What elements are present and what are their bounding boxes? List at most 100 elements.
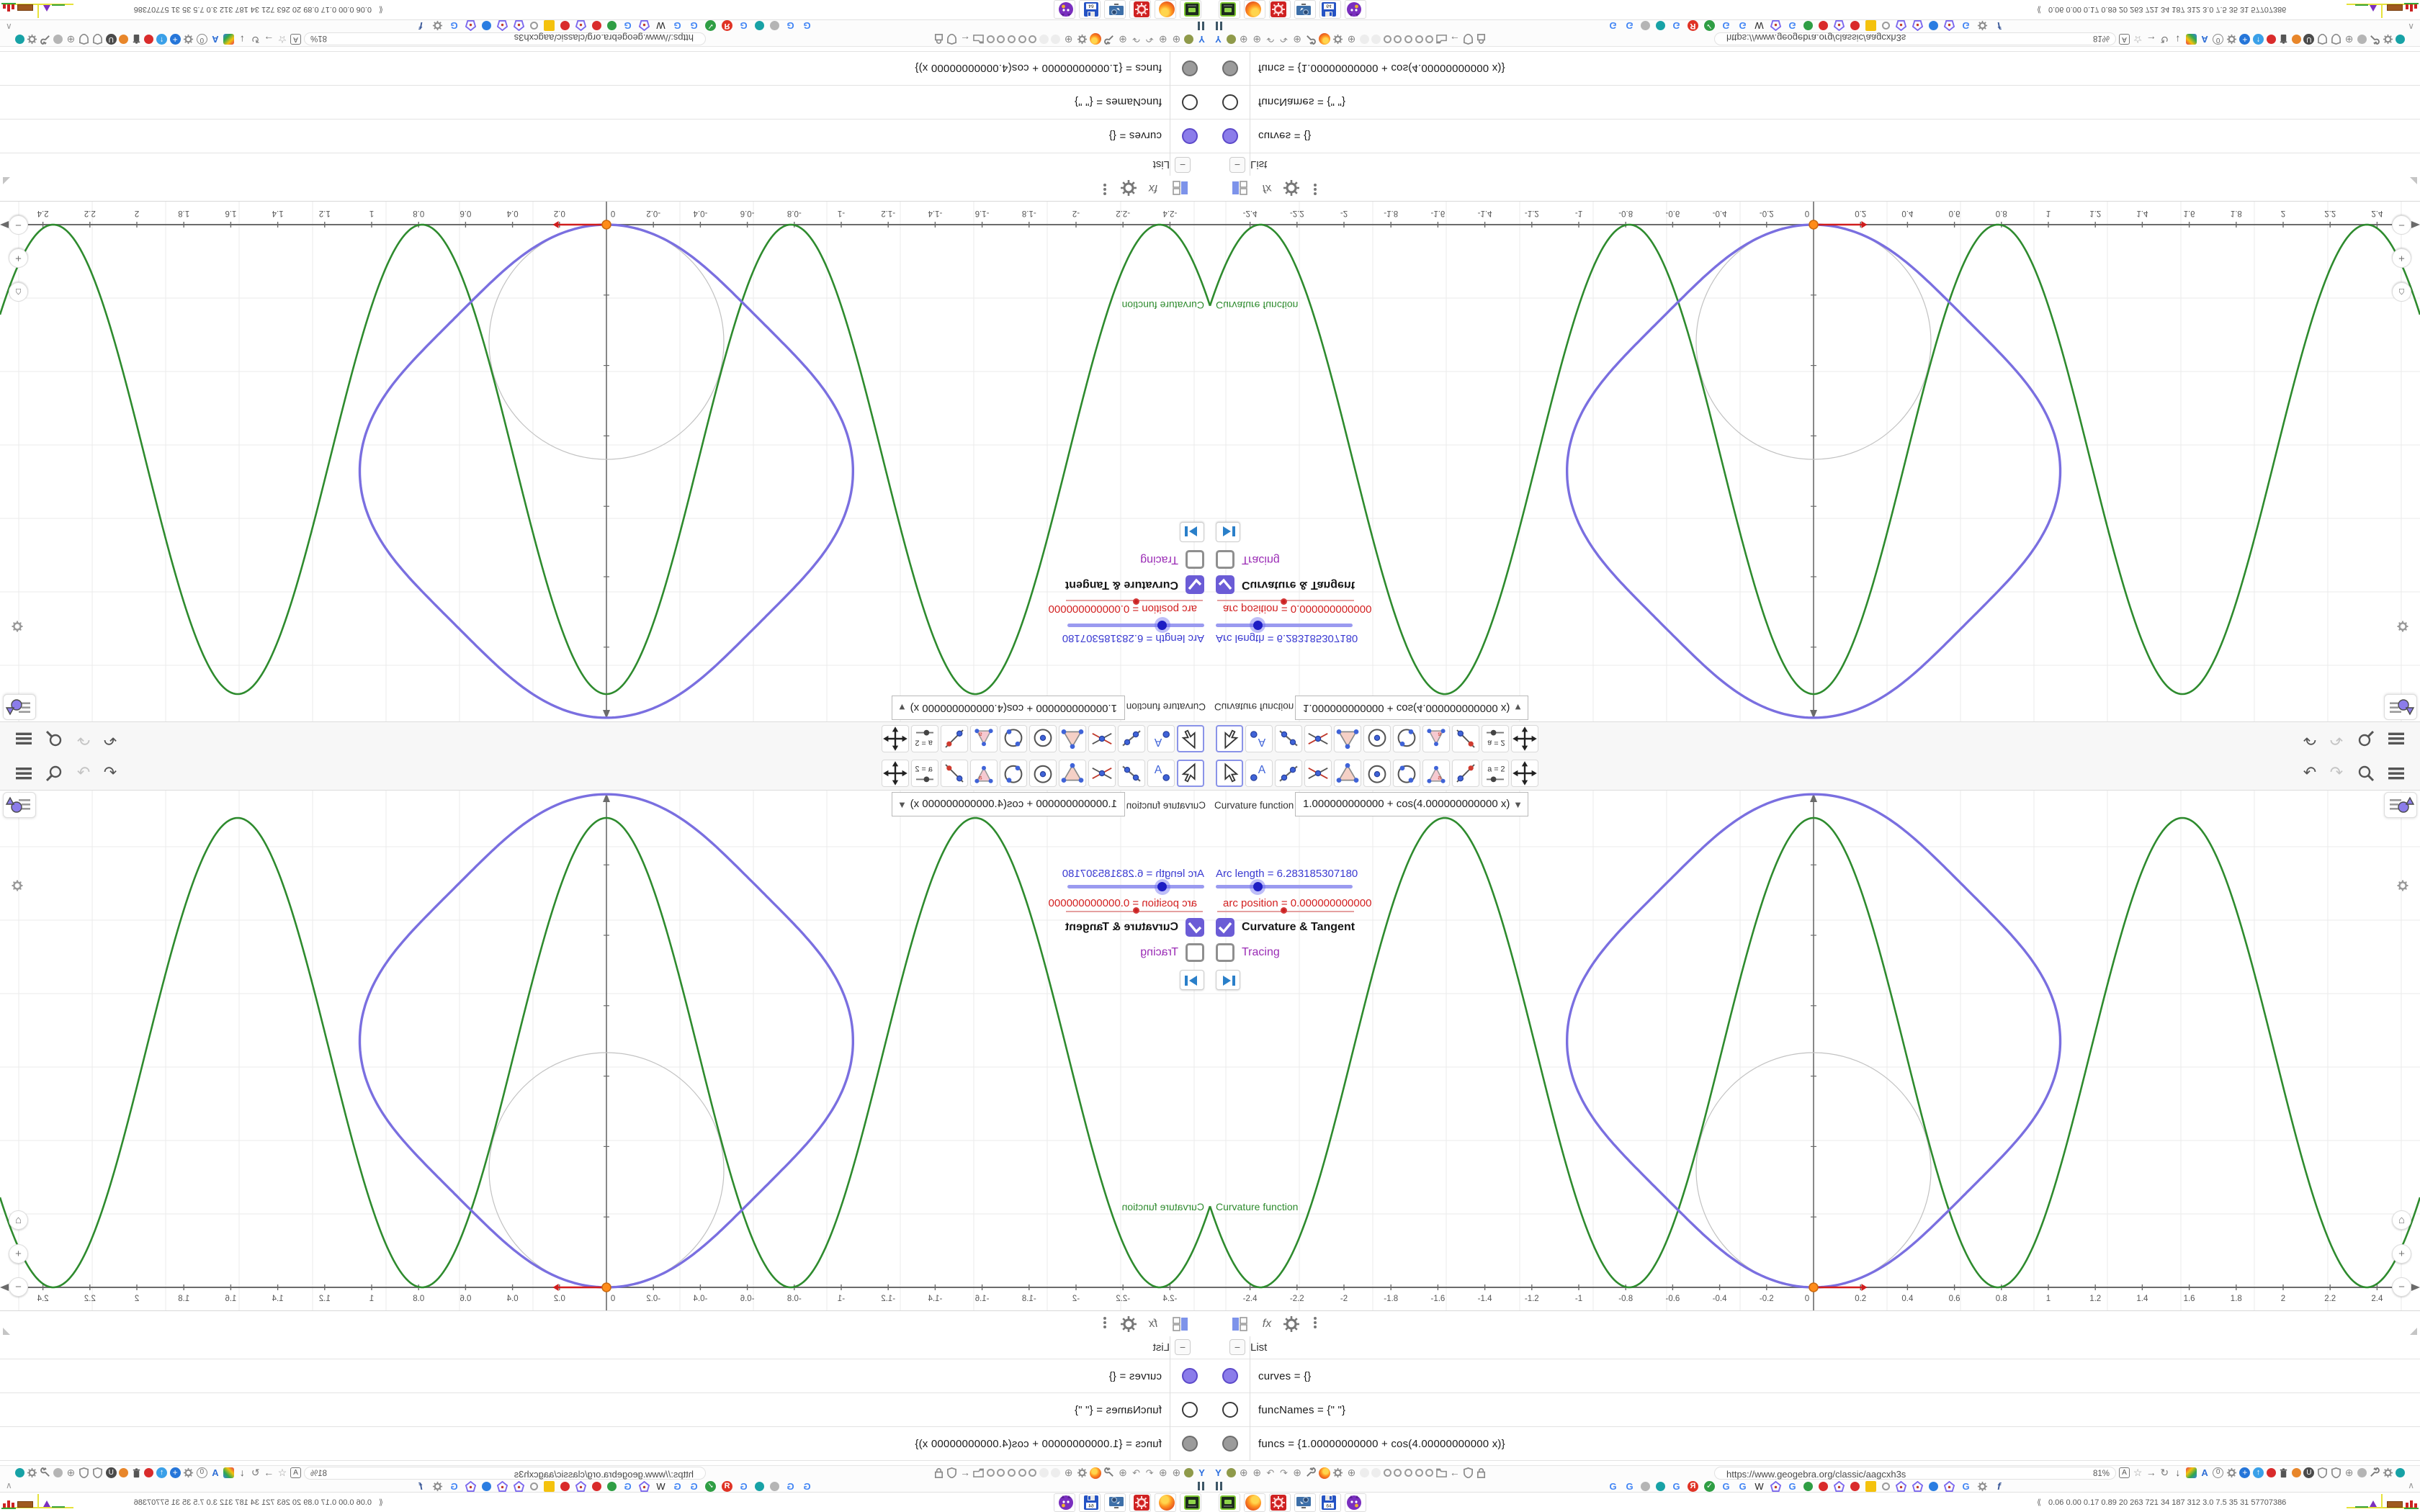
gear-icon[interactable]: [183, 34, 194, 45]
folder-icon[interactable]: [973, 34, 985, 45]
zero-badge-icon[interactable]: 0: [196, 1467, 207, 1479]
translate-icon[interactable]: A: [2119, 1467, 2130, 1479]
angle-tool-button[interactable]: a: [970, 725, 998, 752]
plus-circle-icon[interactable]: +: [169, 33, 181, 45]
ring-icon[interactable]: [1018, 35, 1026, 43]
redo-arc-icon[interactable]: ↷: [1278, 34, 1289, 45]
visibility-circle[interactable]: [1222, 94, 1238, 110]
u-badge-icon[interactable]: U: [105, 33, 117, 45]
taskbar-app-terminal[interactable]: [1180, 0, 1201, 19]
trash-icon[interactable]: [131, 34, 142, 45]
undo-arc-icon[interactable]: ↶: [1144, 1467, 1155, 1478]
globe-icon[interactable]: ⊕: [1171, 1467, 1182, 1478]
ghost-icon[interactable]: [1051, 34, 1061, 44]
globe-icon[interactable]: ⊕: [66, 1467, 76, 1478]
algebra-row-curves[interactable]: curves = {}: [1210, 1359, 2420, 1393]
undo-arc-icon[interactable]: ↶: [1144, 34, 1155, 45]
wrench-icon[interactable]: [2369, 1467, 2380, 1478]
arc-position-slider-knob[interactable]: [1281, 598, 1287, 605]
search-icon[interactable]: [43, 728, 65, 750]
intersect-tool-button[interactable]: [1304, 760, 1332, 787]
blue-dot-icon[interactable]: [482, 1482, 491, 1492]
a-letter-icon[interactable]: A: [210, 1467, 220, 1478]
trash-icon[interactable]: [2278, 34, 2289, 45]
globe-icon[interactable]: ⊕: [1292, 34, 1303, 45]
reflect-tool-button[interactable]: [941, 760, 968, 787]
hamburger-menu-icon[interactable]: [2385, 728, 2407, 750]
move-tool-button[interactable]: [1216, 725, 1243, 752]
visibility-circle[interactable]: [1182, 1368, 1198, 1384]
gear-icon[interactable]: [1977, 1481, 1988, 1492]
pentagon-icon[interactable]: [1912, 1481, 1924, 1493]
google-icon[interactable]: G: [1608, 1481, 1618, 1492]
graphics-view[interactable]: -2.4 -2.2 -2 -1.8 -1.6 -1.4 -1.2 -1 -0.8 -0.6 -0.4…: [0, 202, 1210, 721]
panel-layout-icon[interactable]: [1172, 179, 1189, 197]
gear-icon[interactable]: [1077, 1467, 1088, 1478]
zoom-in-button[interactable]: +: [2392, 248, 2411, 268]
a-letter-icon[interactable]: A: [210, 34, 220, 45]
a-letter-icon[interactable]: A: [2200, 1467, 2210, 1478]
folder-icon[interactable]: [1435, 1467, 1447, 1478]
fx-icon[interactable]: fx: [1144, 1315, 1162, 1333]
firefox-icon[interactable]: [1090, 1467, 1102, 1479]
pentagon-icon[interactable]: [1770, 19, 1782, 31]
teal-dot-icon[interactable]: [2396, 34, 2406, 44]
circle-center-tool-button[interactable]: [1363, 725, 1391, 752]
shield-icon[interactable]: [2331, 33, 2341, 45]
taskbar-app-floppy[interactable]: 64: [1079, 0, 1101, 19]
google-icon[interactable]: G: [738, 1481, 749, 1492]
collapse-button[interactable]: −: [1175, 1339, 1191, 1355]
slider-tool-button[interactable]: a = 2: [911, 725, 938, 752]
teal-dot-icon[interactable]: [14, 1468, 24, 1478]
wrench-icon[interactable]: [2369, 34, 2380, 45]
red-dot-icon[interactable]: [1819, 20, 1828, 30]
globe-icon[interactable]: ⊕: [66, 34, 76, 45]
shield-icon[interactable]: [79, 1467, 90, 1479]
algebra-row-curves[interactable]: curves = {}: [0, 1359, 1210, 1393]
taskbar-app-monitor[interactable]: [1294, 1493, 1316, 1512]
gray-dot-icon[interactable]: [1641, 20, 1650, 30]
curvature-function-input[interactable]: 1.000000000000 + cos(4.000000000000 x) ▼: [1295, 696, 1528, 720]
plus-circle-icon[interactable]: +: [169, 1467, 181, 1479]
algebra-panel-toggle-button[interactable]: [3, 694, 36, 720]
wikipedia-icon[interactable]: W: [1754, 20, 1765, 31]
taskbar-app-purple-cat[interactable]: [1345, 0, 1366, 19]
reload-icon[interactable]: ↻: [250, 1467, 261, 1478]
globe-icon[interactable]: ⊕: [1292, 1467, 1303, 1478]
y-shape-icon[interactable]: Y: [1196, 1467, 1207, 1478]
algebra-row-funcs[interactable]: funcs = {1.00000000000 + cos(4.000000000…: [0, 1427, 1210, 1461]
taskbar-app-firefox[interactable]: [1244, 1493, 1265, 1512]
gear-icon[interactable]: [1332, 34, 1343, 45]
play-pause-button[interactable]: [1216, 522, 1240, 542]
wikipedia-icon[interactable]: W: [655, 1481, 666, 1492]
line-tool-button[interactable]: [1118, 725, 1145, 752]
reload-icon[interactable]: ↻: [2159, 1467, 2170, 1478]
play-pause-button[interactable]: [1180, 522, 1204, 542]
polygon-tool-button[interactable]: [1059, 725, 1086, 752]
f-letter-icon[interactable]: f: [1994, 20, 2004, 32]
gear-icon[interactable]: [1283, 1315, 1300, 1333]
point-tool-button[interactable]: A: [1245, 725, 1273, 752]
point-tool-button[interactable]: A: [1147, 760, 1175, 787]
taskbar-app-monitor[interactable]: [1294, 0, 1316, 19]
gear-icon[interactable]: [2383, 34, 2393, 45]
paint-icon[interactable]: [2185, 1467, 2197, 1479]
globe-icon[interactable]: ⊕: [1157, 1467, 1168, 1478]
zoom-in-button[interactable]: +: [9, 1244, 28, 1264]
graphics-view[interactable]: -2.4 -2.2 -2 -1.8 -1.6 -1.4 -1.2 -1 -0.8 -0.6 -0.4…: [0, 791, 1210, 1310]
globe-icon[interactable]: ⊕: [2344, 1467, 2354, 1478]
gear-icon[interactable]: [1077, 34, 1088, 45]
shield-icon[interactable]: [92, 33, 103, 45]
firefox-icon[interactable]: [1318, 1467, 1330, 1479]
gear-icon[interactable]: [27, 1467, 37, 1478]
polygon-tool-button[interactable]: [1334, 760, 1361, 787]
taskbar-app-floppy[interactable]: 64: [1319, 1493, 1341, 1512]
search-icon[interactable]: [2355, 762, 2377, 784]
angle-tool-button[interactable]: a: [1422, 725, 1450, 752]
yellow-square-icon[interactable]: [544, 1481, 555, 1493]
gear-icon[interactable]: [2226, 1467, 2237, 1478]
check-badge-icon[interactable]: ✓: [1704, 1481, 1715, 1493]
teal-dot-icon[interactable]: [1656, 20, 1665, 30]
line-tool-button[interactable]: [1275, 725, 1302, 752]
visibility-circle[interactable]: [1222, 1368, 1238, 1384]
